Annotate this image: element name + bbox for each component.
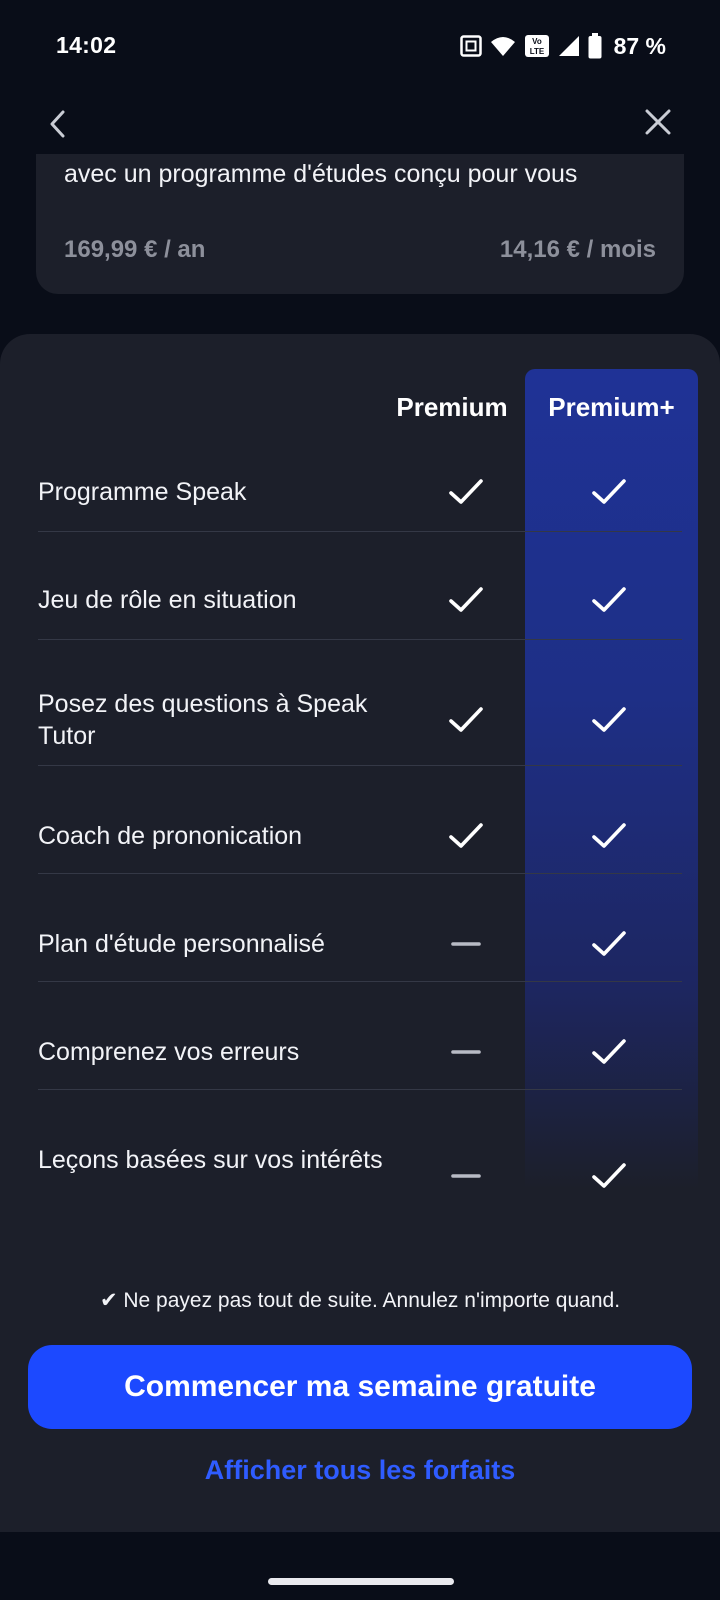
battery-icon [588,33,602,59]
column-header-premium-plus: Premium+ [548,392,675,422]
feature-row: Posez des questions à Speak Tutor [38,672,682,768]
start-free-week-button[interactable]: Commencer ma semaine gratuite [28,1345,692,1429]
chevron-left-icon [50,110,65,138]
row-divider [38,765,682,766]
plan-description: avec un programme d'études conçu pour vo… [64,160,578,188]
feature-label: Programme Speak [38,478,247,506]
feature-row: Coach de prononication [38,804,682,868]
battery-percentage: 87 % [613,32,666,59]
status-bar: 14:02 Vo LTE 87 % [0,0,720,92]
close-icon [645,109,671,135]
check-icon [591,474,627,510]
feature-label: Coach de prononication [38,822,303,850]
row-divider [38,1089,682,1090]
feature-label: Leçons basées sur vos intérêts [38,1146,383,1174]
check-icon [591,582,627,618]
check-icon [448,818,484,854]
volte-icon: Vo LTE [524,34,550,58]
check-icon [448,582,484,618]
feature-row: Leçons basées sur vos intérêts [38,1128,682,1224]
feature-row: Plan d'étude personnalisé [38,912,682,976]
feature-label: Posez des questions à Speak Tutor [38,690,368,750]
check-icon [591,702,627,738]
no-payment-note: ✔ Ne payez pas tout de suite. Annulez n'… [99,1289,621,1312]
nfc-icon [459,35,482,57]
feature-label: Comprenez vos erreurs [38,1038,300,1066]
feature-label: Jeu de rôle en situation [38,586,297,614]
back-button[interactable] [38,104,78,144]
close-button[interactable] [638,102,678,142]
wifi-icon [490,35,516,57]
check-icon [448,702,484,738]
row-divider [38,981,682,982]
check-icon [591,818,627,854]
row-divider [38,639,682,640]
signal-icon [558,35,580,57]
price-per-month: 14,16 € / mois [499,236,656,263]
dash-icon [448,1034,484,1070]
check-icon [591,1034,627,1070]
check-icon [448,474,484,510]
navigation-bar [0,1532,720,1600]
feature-row: Comprenez vos erreurs [38,1020,682,1084]
row-divider [38,531,682,532]
feature-row: Jeu de rôle en situation [38,568,682,632]
dash-icon [448,1158,484,1194]
home-indicator[interactable] [268,1578,454,1585]
price-per-year: 169,99 € / an [64,236,206,263]
row-divider [38,873,682,874]
svg-text:LTE: LTE [529,47,544,56]
svg-text:Vo: Vo [532,37,542,46]
header-overlay [36,100,684,154]
feature-label: Plan d'étude personnalisé [38,930,325,958]
status-time: 14:02 [56,32,117,58]
status-icons: Vo LTE 87 % [459,32,666,60]
check-icon [591,1158,627,1194]
feature-row: Programme Speak [38,460,682,524]
check-icon [591,926,627,962]
dash-icon [448,926,484,962]
column-header-premium: Premium [396,392,508,422]
view-all-plans-link[interactable]: Afficher tous les forfaits [0,1455,720,1486]
